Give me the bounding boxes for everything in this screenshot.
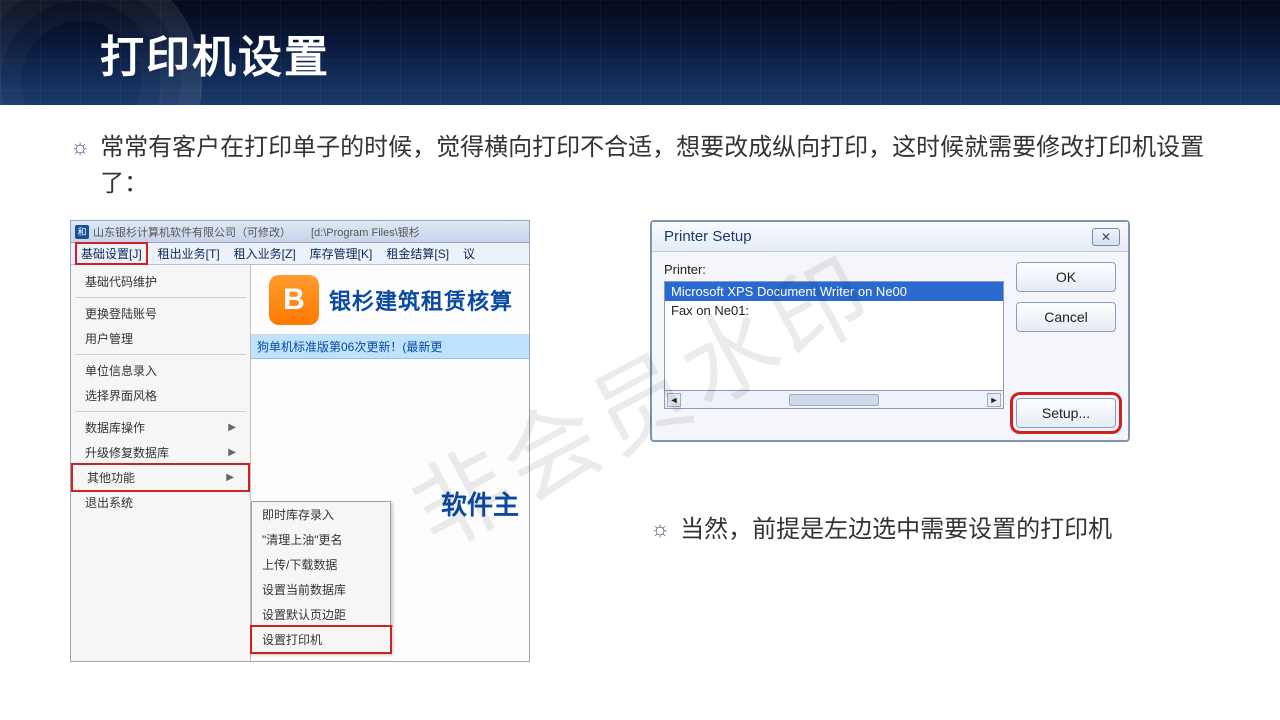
printer-label: Printer: [664, 262, 1004, 277]
printer-list-section: Printer: Microsoft XPS Document Writer o… [664, 262, 1004, 428]
sm-set-db[interactable]: 设置当前数据库 [252, 577, 390, 602]
chevron-right-icon: ▶ [228, 422, 236, 433]
chevron-right-icon: ▶ [226, 472, 234, 483]
titlebar-path: [d:\Program Files\银杉 [311, 224, 420, 240]
sm-default-margin[interactable]: 设置默认页边距 [252, 602, 390, 627]
app-menubar: 基础设置[J] 租出业务[T] 租入业务[Z] 库存管理[K] 租金结算[S] … [71, 243, 529, 265]
ok-button[interactable]: OK [1016, 262, 1116, 292]
dd-basic-code[interactable]: 基础代码维护 [71, 269, 250, 294]
printer-item-fax[interactable]: Fax on Ne01: [665, 301, 1003, 320]
horizontal-scrollbar[interactable]: ◄ ► [664, 391, 1004, 409]
scroll-right-icon[interactable]: ► [987, 393, 1001, 407]
brand-text: 银杉建筑租赁核算 [329, 284, 513, 316]
dialog-body: Printer: Microsoft XPS Document Writer o… [652, 252, 1128, 440]
app-titlebar: 和 山东银杉计算机软件有限公司（可修改） [d:\Program Files\银… [71, 221, 529, 243]
menu-rent-out[interactable]: 租出业务[T] [154, 244, 224, 263]
sun-bullet-icon: ☼ [70, 130, 90, 164]
setup-button[interactable]: Setup... [1016, 398, 1116, 428]
chevron-right-icon: ▶ [228, 447, 236, 458]
scroll-thumb[interactable] [789, 394, 879, 406]
dd-db-upgrade-label: 升级修复数据库 [85, 444, 169, 461]
menu-rent-in[interactable]: 租入业务[Z] [230, 244, 300, 263]
intro-text: 常常有客户在打印单子的时候，觉得横向打印不合适，想要改成纵向打印，这时候就需要修… [100, 130, 1210, 202]
footnote-text: 当然，前提是左边选中需要设置的打印机 [680, 512, 1112, 548]
footnote-bullet: ☼ 当然，前提是左边选中需要设置的打印机 [650, 512, 1130, 548]
dd-unit-info[interactable]: 单位信息录入 [71, 358, 250, 383]
page-title: 打印机设置 [100, 21, 330, 85]
sm-printer-setup[interactable]: 设置打印机 [250, 625, 392, 654]
sm-upload-download[interactable]: 上传/下载数据 [252, 552, 390, 577]
menu-inventory[interactable]: 库存管理[K] [306, 244, 377, 263]
dd-ui-style[interactable]: 选择界面风格 [71, 383, 250, 408]
software-main-label: 软件主 [441, 485, 519, 522]
intro-bullet: ☼ 常常有客户在打印单子的时候，觉得横向打印不合适，想要改成纵向打印，这时候就需… [70, 130, 1210, 202]
sm-instant-stock[interactable]: 即时库存录入 [252, 502, 390, 527]
close-button[interactable]: ✕ [1092, 228, 1120, 246]
menu-settlement[interactable]: 租金结算[S] [382, 244, 453, 263]
dd-db-ops-label: 数据库操作 [85, 419, 145, 436]
dd-change-login[interactable]: 更换登陆账号 [71, 301, 250, 326]
printer-listbox[interactable]: Microsoft XPS Document Writer on Ne00 Fa… [664, 281, 1004, 391]
update-banner: 狗单机标准版第06次更新！(最新更 [251, 335, 529, 359]
dd-db-upgrade[interactable]: 升级修复数据库 ▶ [71, 440, 250, 465]
dd-other-functions[interactable]: 其他功能 ▶ [71, 463, 250, 492]
app-icon: 和 [75, 225, 89, 239]
titlebar-company: 山东银杉计算机软件有限公司（可修改） [93, 224, 291, 240]
content-area: ☼ 常常有客户在打印单子的时候，觉得横向打印不合适，想要改成纵向打印，这时候就需… [0, 105, 1280, 662]
cancel-button[interactable]: Cancel [1016, 302, 1116, 332]
dd-db-ops[interactable]: 数据库操作 ▶ [71, 415, 250, 440]
brand-row: B 银杉建筑租赁核算 [251, 265, 529, 335]
screenshots-row: 和 山东银杉计算机软件有限公司（可修改） [d:\Program Files\银… [70, 220, 1210, 662]
right-column: Printer Setup ✕ Printer: Microsoft XPS D… [650, 220, 1130, 566]
dd-user-manage[interactable]: 用户管理 [71, 326, 250, 351]
dd-exit[interactable]: 退出系统 [71, 490, 250, 515]
dialog-button-column: OK Cancel Setup... [1016, 262, 1116, 428]
other-functions-submenu: 即时库存录入 "清理上油"更名 上传/下载数据 设置当前数据库 设置默认页边距 … [251, 501, 391, 653]
dialog-titlebar: Printer Setup ✕ [652, 222, 1128, 252]
menu-basic-settings[interactable]: 基础设置[J] [75, 242, 148, 265]
app-body: 基础代码维护 更换登陆账号 用户管理 单位信息录入 选择界面风格 数据库操作▶ … [71, 265, 529, 661]
dialog-title: Printer Setup [664, 228, 752, 245]
header-band: 打印机设置 [0, 0, 1280, 105]
printer-setup-dialog: Printer Setup ✕ Printer: Microsoft XPS D… [650, 220, 1130, 442]
dd-other-functions-label: 其他功能 [87, 469, 135, 486]
close-icon: ✕ [1101, 230, 1111, 244]
sun-bullet-icon: ☼ [650, 512, 670, 546]
scroll-left-icon[interactable]: ◄ [667, 393, 681, 407]
settings-dropdown: 基础代码维护 更换登陆账号 用户管理 单位信息录入 选择界面风格 数据库操作▶ … [71, 265, 251, 661]
app-window-screenshot: 和 山东银杉计算机软件有限公司（可修改） [d:\Program Files\银… [70, 220, 530, 662]
brand-logo-icon: B [269, 275, 319, 325]
sm-clean-rename[interactable]: "清理上油"更名 [252, 527, 390, 552]
printer-item-xps[interactable]: Microsoft XPS Document Writer on Ne00 [665, 282, 1003, 301]
menu-more[interactable]: 议 [459, 244, 479, 263]
